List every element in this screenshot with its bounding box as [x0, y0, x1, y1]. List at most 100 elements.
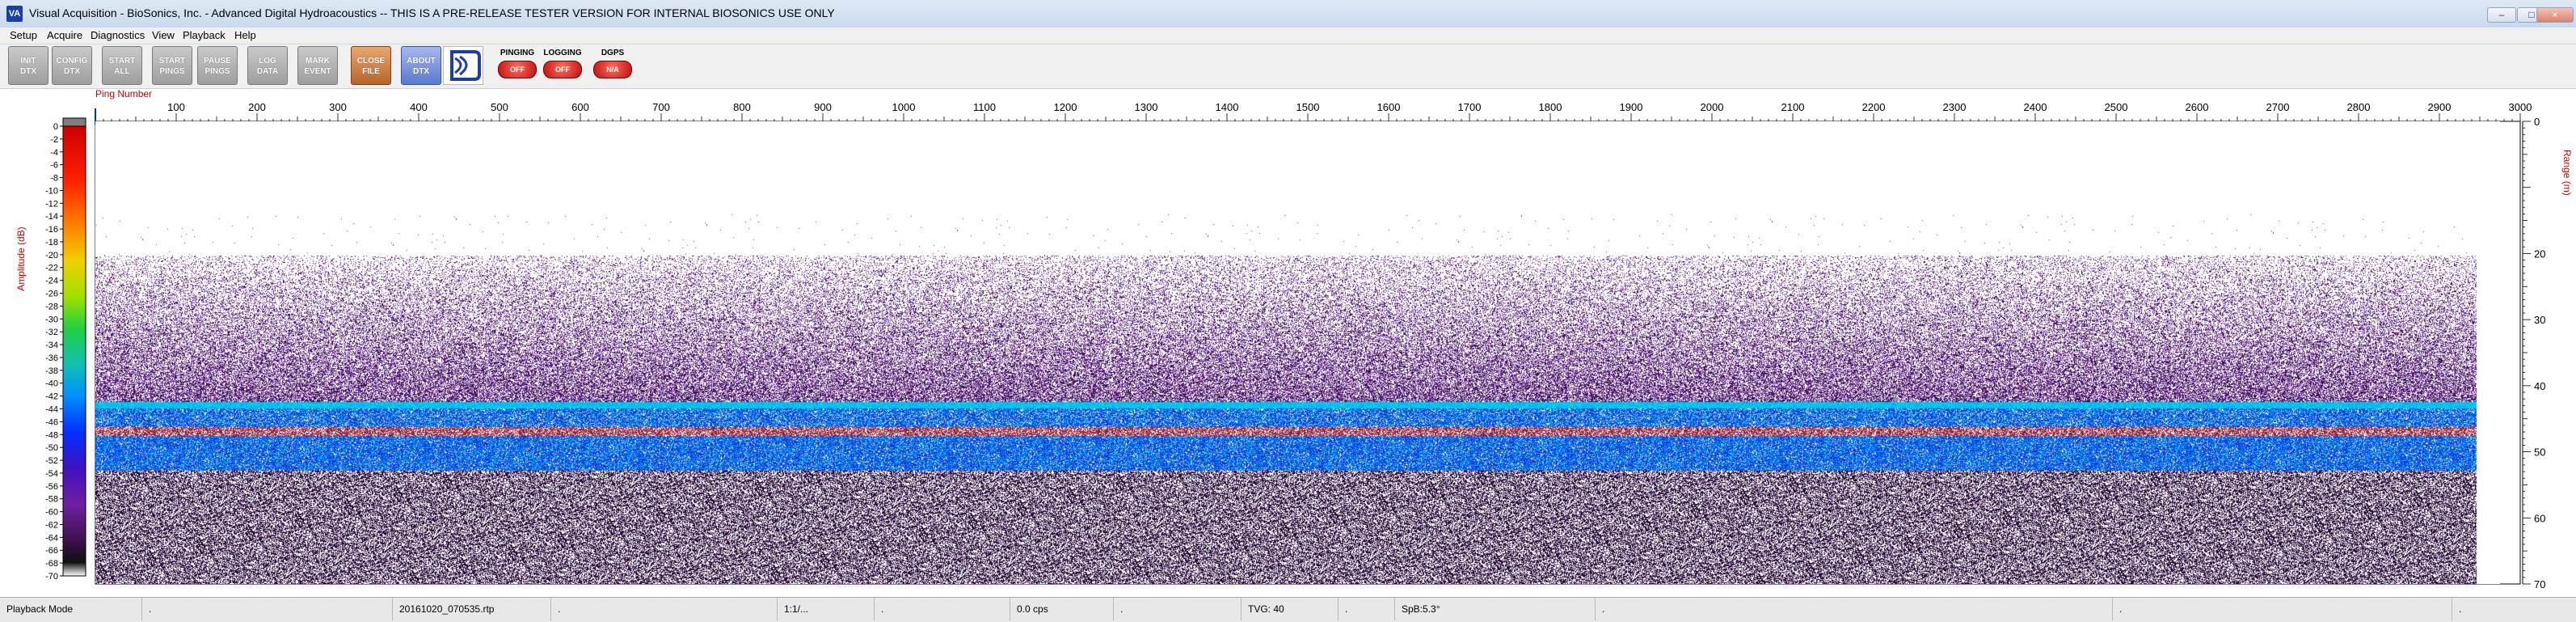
range-tick-label: 60	[2534, 512, 2545, 524]
ping-tick-label: 1900	[1620, 101, 1643, 113]
ping-tick-label: 500	[491, 101, 508, 113]
pause-pings-button[interactable]: PAUSE PINGS	[197, 46, 238, 85]
amplitude-tick-label: -38	[45, 366, 58, 376]
status-sep-3: .	[875, 598, 1010, 620]
range-tick-label: 0	[2534, 116, 2540, 128]
range-tick-label: 70	[2534, 578, 2545, 590]
dgps-indicator: DGPS N/A	[590, 46, 635, 85]
ping-tick-label: 800	[733, 101, 751, 113]
config-dtx-button[interactable]: CONFIG DTX	[52, 46, 92, 85]
amplitude-tick-label: -12	[45, 199, 58, 209]
amplitude-tick-label: -16	[45, 225, 58, 235]
status-sep-4: .	[1114, 598, 1242, 620]
amplitude-tick-label: -10	[45, 186, 58, 196]
dgps-label: DGPS	[601, 49, 625, 57]
ping-tick-label: 1500	[1296, 101, 1320, 113]
mark-event-button[interactable]: MARK EVENT	[297, 46, 338, 85]
menu-setup[interactable]: Setup	[10, 29, 37, 41]
amplitude-tick-label: -14	[45, 212, 58, 222]
amplitude-tick-label: -46	[45, 417, 58, 427]
ping-tick-label: 1200	[1054, 101, 1077, 113]
amplitude-tick-label: -44	[45, 404, 58, 414]
menu-diagnostics[interactable]: Diagnostics	[91, 29, 145, 41]
ping-tick-label: 2100	[1781, 101, 1805, 113]
menu-acquire[interactable]: Acquire	[47, 29, 82, 41]
ping-tick-label: 1600	[1377, 101, 1401, 113]
amplitude-tick-label: -40	[45, 379, 58, 389]
ping-tick-label: 900	[814, 101, 832, 113]
ping-tick-label: 3000	[2509, 101, 2532, 113]
start-pings-button[interactable]: START PINGS	[152, 46, 192, 85]
status-filename: 20161020_070535.rtp	[393, 598, 551, 620]
status-sep-2: .	[551, 598, 778, 620]
menu-playback[interactable]: Playback	[183, 29, 226, 41]
ping-tick-label: 1100	[973, 101, 996, 113]
close-button[interactable]: ×	[2536, 7, 2574, 23]
log-data-button[interactable]: LOG DATA	[247, 46, 288, 85]
menu-help[interactable]: Help	[234, 29, 256, 41]
amplitude-tick-label: -48	[45, 430, 58, 440]
colorbar-cap	[62, 117, 86, 127]
amplitude-tick-label: -30	[45, 315, 58, 324]
status-mode: Playback Mode	[0, 598, 142, 620]
amplitude-tick-label: -56	[45, 482, 58, 492]
status-rate: 0.0 cps	[1010, 598, 1114, 620]
title-bar: VA Visual Acquisition - BioSonics, Inc. …	[0, 0, 2576, 28]
ping-tick-label: 300	[329, 101, 347, 113]
amplitude-tick-label: -24	[45, 277, 58, 286]
ping-tick-label: 2900	[2428, 101, 2452, 113]
pinging-label: PINGING	[500, 49, 535, 57]
amplitude-tick-label: 0	[53, 122, 58, 132]
menu-bar: Setup Acquire Diagnostics View Playback …	[0, 28, 2576, 44]
ping-tick-label: 2500	[2105, 101, 2128, 113]
amplitude-tick-label: -42	[45, 392, 58, 402]
amplitude-tick-label: -18	[45, 238, 58, 248]
close-file-button[interactable]: CLOSE FILE	[351, 46, 391, 85]
about-dtx-button[interactable]: ABOUT DTX	[401, 46, 441, 85]
ping-tick-label: 400	[410, 101, 428, 113]
amplitude-tick-label: -50	[45, 443, 58, 453]
ping-tick-label: 200	[248, 101, 266, 113]
ping-tick-label: 2800	[2347, 101, 2371, 113]
ping-tick-label: 1300	[1135, 101, 1158, 113]
app-icon: VA	[6, 6, 23, 22]
status-sep-1: .	[142, 598, 393, 620]
init-dtx-button[interactable]: INIT DTX	[8, 46, 48, 85]
dgps-status-badge: N/A	[593, 61, 632, 78]
amplitude-colorbar	[62, 125, 86, 577]
ping-tick-label: 700	[652, 101, 670, 113]
ping-tick-label: 100	[167, 101, 185, 113]
start-all-button[interactable]: START ALL	[102, 46, 142, 85]
ping-tick-label: 2700	[2266, 101, 2290, 113]
menu-view[interactable]: View	[152, 29, 175, 41]
amplitude-tick-label: -6	[50, 161, 58, 171]
minimize-button[interactable]: –	[2487, 7, 2516, 23]
amplitude-tick-label: -60	[45, 508, 58, 518]
ping-tick-label: 2200	[1862, 101, 1886, 113]
ping-tick-label: 2400	[2024, 101, 2047, 113]
range-tick-label: 40	[2534, 380, 2545, 392]
amplitude-tick-label: -62	[45, 520, 58, 530]
status-tvg: TVG: 40	[1242, 598, 1339, 620]
amplitude-tick-label: -8	[50, 174, 58, 184]
echogram-image[interactable]	[95, 121, 2500, 584]
amplitude-tick-label: -20	[45, 251, 58, 260]
toolbar: INIT DTX CONFIG DTX START ALL START PING…	[0, 44, 2576, 89]
amplitude-tick-label: -66	[45, 546, 58, 556]
amplitude-tick-label: -32	[45, 328, 58, 337]
biosonics-logo-icon[interactable]	[443, 46, 483, 85]
ping-tick-label: 1400	[1216, 101, 1239, 113]
window-title: Visual Acquisition - BioSonics, Inc. - A…	[29, 6, 835, 19]
status-sep-6: .	[1596, 598, 2113, 620]
status-bar: Playback Mode . 20161020_070535.rtp . 1:…	[0, 597, 2576, 622]
logging-status-badge: OFF	[543, 61, 582, 78]
amplitude-tick-label: -34	[45, 341, 58, 350]
ping-tick-label: 2300	[1943, 101, 1967, 113]
amplitude-tick-label: -58	[45, 495, 58, 505]
range-tick-label: 30	[2534, 314, 2545, 326]
ping-tick-label: 600	[571, 101, 589, 113]
logging-label: LOGGING	[543, 49, 582, 57]
ping-tick-label: 1700	[1458, 101, 1482, 113]
amplitude-tick-label: -2	[50, 135, 58, 145]
pinging-indicator: PINGING OFF	[495, 46, 540, 85]
